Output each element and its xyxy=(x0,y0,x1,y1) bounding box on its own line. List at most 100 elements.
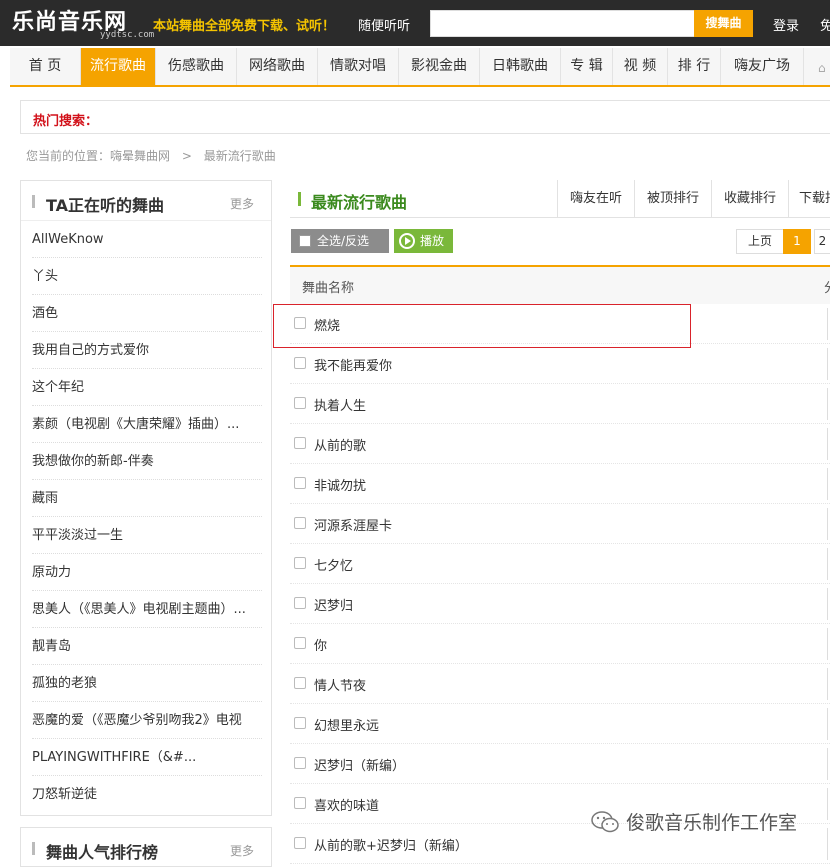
tab-download-ranking[interactable]: 下载排 xyxy=(788,180,830,218)
sidebar-item[interactable]: 我想做你的新郎-伴奏 xyxy=(32,443,262,480)
sidebar-item[interactable]: 恶魔的爱（《恶魔少爷别吻我2》电视 xyxy=(32,702,262,739)
sidebar-item[interactable]: 孤独的老狼 xyxy=(32,665,262,702)
table-row: 迟梦归（新编） xyxy=(290,744,830,784)
column-right: 分 xyxy=(824,277,830,296)
table-row: 从前的歌 xyxy=(290,424,830,464)
page-1-button[interactable]: 1 xyxy=(783,229,811,254)
sidebar-item[interactable]: 这个年纪 xyxy=(32,369,262,406)
breadcrumb-home[interactable]: 您当前的位置：嗨晕舞曲网 xyxy=(26,149,170,163)
song-checkbox[interactable] xyxy=(294,477,306,489)
checkbox-icon xyxy=(299,235,311,247)
sidebar-item[interactable]: 原动力 xyxy=(32,554,262,591)
song-checkbox[interactable] xyxy=(294,837,306,849)
song-checkbox[interactable] xyxy=(294,397,306,409)
title-marker xyxy=(32,842,35,855)
sidebar-item[interactable]: 靓青岛 xyxy=(32,628,262,665)
sidebar-item[interactable]: 素颜（电视剧《大唐荣耀》插曲）... xyxy=(32,406,262,443)
home-icon[interactable]: ⌂ xyxy=(818,61,830,75)
select-all-label: 全选/反选 xyxy=(317,234,370,248)
sidebar-item[interactable]: AllWeKnow xyxy=(32,221,262,258)
song-checkbox[interactable] xyxy=(294,637,306,649)
song-name[interactable]: 七夕忆 xyxy=(314,555,353,574)
sidebar-now-listening: TA正在听的舞曲 更多 AllWeKnow 丫头 酒色 我用自己的方式爱你 这个… xyxy=(20,180,272,816)
breadcrumb: 您当前的位置：嗨晕舞曲网 > 最新流行歌曲 xyxy=(26,147,284,164)
sidebar-item[interactable]: 酒色 xyxy=(32,295,262,332)
song-name[interactable]: 从前的歌 xyxy=(314,435,366,454)
song-checkbox[interactable] xyxy=(294,557,306,569)
select-all-button[interactable]: 全选/反选 xyxy=(291,229,389,253)
nav-item-plaza[interactable]: 嗨友广场 xyxy=(721,48,804,85)
sidebar-item[interactable]: 藏雨 xyxy=(32,480,262,517)
nav-item-rank[interactable]: 排 行 xyxy=(668,48,721,85)
song-name[interactable]: 喜欢的味道 xyxy=(314,795,379,814)
sidebar-item[interactable]: 平平淡淡过一生 xyxy=(32,517,262,554)
column-song-name: 舞曲名称 xyxy=(302,281,355,296)
tab-top-ranking[interactable]: 被顶排行 xyxy=(634,180,711,218)
song-name[interactable]: 执着人生 xyxy=(314,395,366,414)
sidebar-item[interactable]: 丫头 xyxy=(32,258,262,295)
nav-item-video[interactable]: 视 频 xyxy=(613,48,668,85)
table-row: 执着人生 xyxy=(290,384,830,424)
highlight-box xyxy=(273,304,691,348)
nav-item-duet[interactable]: 情歌对唱 xyxy=(318,48,399,85)
tab-now-listening[interactable]: 嗨友在听 xyxy=(557,180,634,218)
nav-item-album[interactable]: 专 辑 xyxy=(561,48,613,85)
hot-search-label: 热门搜索： xyxy=(33,114,99,129)
nav-item-sad[interactable]: 伤感歌曲 xyxy=(156,48,237,85)
song-checkbox[interactable] xyxy=(294,797,306,809)
table-row: 幻想里永远 xyxy=(290,704,830,744)
search-button[interactable]: 搜舞曲 xyxy=(694,10,753,37)
nav-item-jpkr[interactable]: 日韩歌曲 xyxy=(480,48,561,85)
song-name[interactable]: 情人节夜 xyxy=(314,675,366,694)
nav-item-film[interactable]: 影视金曲 xyxy=(399,48,480,85)
table-row: 情人节夜 xyxy=(290,664,830,704)
song-name[interactable]: 非诚勿扰 xyxy=(314,475,366,494)
tab-favorite-ranking[interactable]: 收藏排行 xyxy=(711,180,788,218)
song-name[interactable]: 我不能再爱你 xyxy=(314,355,392,374)
song-name[interactable]: 河源系涯屋卡 xyxy=(314,515,392,534)
sidebar-item[interactable]: PLAYINGWITHFIRE（&#... xyxy=(32,739,262,776)
table-row: 我不能再爱你 xyxy=(290,344,830,384)
song-checkbox[interactable] xyxy=(294,717,306,729)
sidebar-item[interactable]: 思美人（《思美人》电视剧主题曲）... xyxy=(32,591,262,628)
table-row: 非诚勿扰 xyxy=(290,464,830,504)
sidebar-header: TA正在听的舞曲 更多 xyxy=(21,181,271,221)
site-domain: yydtsc.com xyxy=(100,30,155,40)
search-input[interactable] xyxy=(430,10,695,37)
nav-item-web[interactable]: 网络歌曲 xyxy=(237,48,318,85)
watermark-text: 俊歌音乐制作工作室 xyxy=(626,812,798,834)
top-bar: 乐尚音乐网 yydtsc.com 本站舞曲全部免费下载、试听！ 随便听听 搜舞曲… xyxy=(0,0,830,46)
sidebar-item[interactable]: 我用自己的方式爱你 xyxy=(32,332,262,369)
prev-page-button[interactable]: 上页 xyxy=(736,229,784,254)
play-button[interactable]: 播放 xyxy=(394,229,453,253)
main-nav: 首 页 流行歌曲 伤感歌曲 网络歌曲 情歌对唱 影视金曲 日韩歌曲 专 辑 视 … xyxy=(10,48,830,87)
song-checkbox[interactable] xyxy=(294,597,306,609)
song-table-header: 舞曲名称 分 xyxy=(290,265,830,304)
song-name[interactable]: 迟梦归 xyxy=(314,595,353,614)
table-row: 七夕忆 xyxy=(290,544,830,584)
sidebar-more-link[interactable]: 更多 xyxy=(230,195,254,212)
page-2-button[interactable]: 2 xyxy=(814,229,830,254)
song-checkbox[interactable] xyxy=(294,437,306,449)
song-name[interactable]: 幻想里永远 xyxy=(314,715,379,734)
song-name[interactable]: 你 xyxy=(314,635,327,654)
sidebar-item[interactable]: 刀怒斩逆徒 xyxy=(32,776,262,813)
song-checkbox[interactable] xyxy=(294,757,306,769)
random-listen-link[interactable]: 随便听听 xyxy=(358,15,410,34)
login-link[interactable]: 登录 xyxy=(773,15,799,34)
play-label: 播放 xyxy=(420,234,445,248)
song-name[interactable]: 迟梦归（新编） xyxy=(314,755,405,774)
nav-item-pop[interactable]: 流行歌曲 xyxy=(81,48,156,85)
song-checkbox[interactable] xyxy=(294,357,306,369)
wechat-icon xyxy=(591,811,619,833)
song-checkbox[interactable] xyxy=(294,517,306,529)
sidebar-more-link[interactable]: 更多 xyxy=(230,842,254,859)
sidebar-list: AllWeKnow 丫头 酒色 我用自己的方式爱你 这个年纪 素颜（电视剧《大唐… xyxy=(32,221,262,813)
main-header: 最新流行歌曲 嗨友在听 被顶排行 收藏排行 下载排 xyxy=(290,180,830,218)
sidebar-title: 舞曲人气排行榜 xyxy=(46,843,159,862)
title-marker xyxy=(32,195,35,208)
free-link[interactable]: 免 xyxy=(820,15,830,34)
song-checkbox[interactable] xyxy=(294,677,306,689)
nav-item-home[interactable]: 首 页 xyxy=(10,48,81,85)
song-name[interactable]: 从前的歌+迟梦归（新编） xyxy=(314,835,468,854)
